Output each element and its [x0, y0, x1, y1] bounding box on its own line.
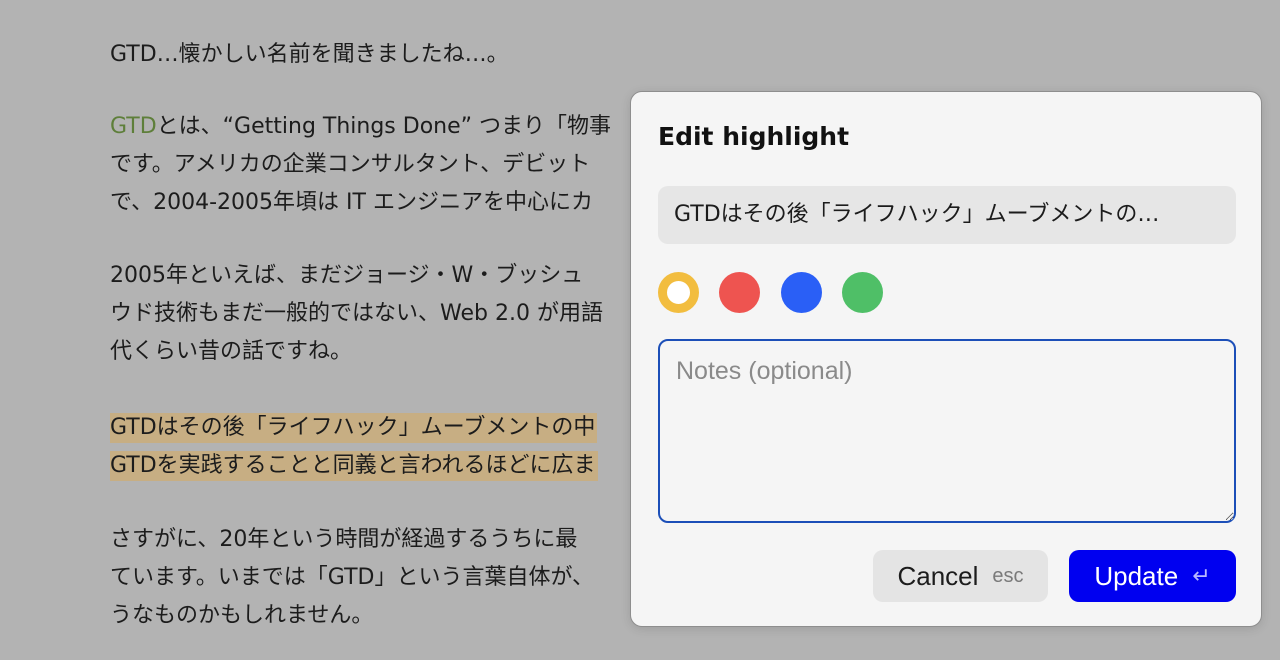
- highlighted-text[interactable]: GTDはその後「ライフハック」ムーブメントの中: [110, 413, 598, 443]
- paragraph-3: 2005年といえば、まだジョージ・W・ブッシュ ウド技術もまだ一般的ではない、W…: [110, 257, 603, 371]
- article-line: GTDを実践することと同義と言われるほどに広ま: [110, 447, 598, 485]
- paragraph-5: さすがに、20年という時間が経過するうちに最 ています。いまでは「GTD」という…: [110, 521, 594, 635]
- color-swatch-yellow[interactable]: [658, 272, 699, 313]
- highlighted-text[interactable]: GTDを実践することと同義と言われるほどに広ま: [110, 451, 598, 481]
- article-line: です。アメリカの企業コンサルタント、デビット: [110, 152, 591, 177]
- article-line-text: とは、“Getting Things Done” つまり「物事: [156, 114, 612, 139]
- article-line: ウド技術もまだ一般的ではない、Web 2.0 が用語: [110, 301, 603, 326]
- edit-highlight-dialog: Edit highlight GTDはその後「ライフハック」ムーブメントの… C…: [630, 91, 1262, 627]
- highlight-quote: GTDはその後「ライフハック」ムーブメントの…: [658, 186, 1236, 244]
- article-line: 代くらい昔の話ですね。: [110, 339, 353, 364]
- article-line: GTDとは、“Getting Things Done” つまり「物事: [110, 108, 611, 146]
- article-line: さすがに、20年という時間が経過するうちに最: [110, 527, 578, 552]
- paragraph-2: GTDとは、“Getting Things Done” つまり「物事 です。アメ…: [110, 108, 611, 222]
- article-line: GTD…懐かしい名前を聞きましたね…。: [110, 42, 509, 67]
- color-swatch-red[interactable]: [719, 272, 760, 313]
- article-line: 2005年といえば、まだジョージ・W・ブッシュ: [110, 263, 584, 288]
- color-swatch-green[interactable]: [842, 272, 883, 313]
- update-label: Update: [1094, 560, 1179, 591]
- cancel-label: Cancel: [897, 560, 979, 591]
- paragraph-1: GTD…懐かしい名前を聞きましたね…。: [110, 36, 509, 74]
- color-swatch-blue[interactable]: [781, 272, 822, 313]
- update-button[interactable]: Update ↵: [1069, 550, 1236, 602]
- esc-shortcut-hint: esc: [992, 564, 1024, 587]
- gtd-link[interactable]: GTD: [110, 114, 157, 139]
- article-line: うなものかもしれません。: [110, 603, 374, 628]
- paragraph-4-highlighted: GTDはその後「ライフハック」ムーブメントの中 GTDを実践することと同義と言わ…: [110, 409, 598, 485]
- article-line: GTDはその後「ライフハック」ムーブメントの中: [110, 409, 598, 447]
- article-line: で、2004-2005年頃は IT エンジニアを中心にカ: [110, 190, 593, 215]
- notes-textarea[interactable]: [658, 339, 1236, 523]
- return-key-icon: ↵: [1192, 563, 1211, 588]
- dialog-title: Edit highlight: [658, 122, 850, 151]
- article-line: ています。いまでは「GTD」という言葉自体が、: [110, 565, 595, 590]
- cancel-button[interactable]: Cancel esc: [873, 550, 1048, 602]
